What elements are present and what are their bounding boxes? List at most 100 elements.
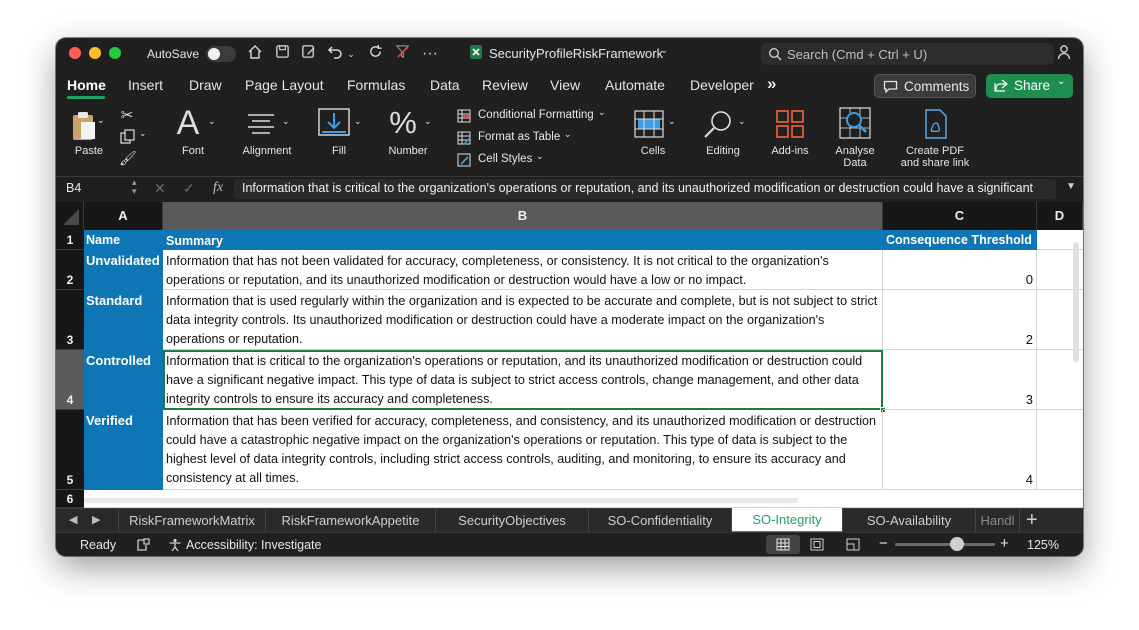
more-options-icon[interactable]: ··· (420, 44, 440, 64)
tab-data[interactable]: Data (430, 77, 460, 93)
confirm-formula-icon[interactable]: ✓ (183, 180, 195, 197)
minimize-window-button[interactable] (89, 47, 101, 59)
threshold-cell[interactable]: 4 (883, 410, 1037, 490)
summary-cell[interactable]: Information that has not been validated … (163, 250, 883, 290)
vertical-scrollbar[interactable] (1073, 242, 1079, 362)
formula-input[interactable]: Information that is critical to the orga… (234, 179, 1056, 199)
name-cell[interactable]: Verified (84, 410, 163, 490)
account-icon[interactable] (1055, 44, 1073, 66)
tab-review[interactable]: Review (482, 77, 528, 93)
name-box[interactable]: B4 (66, 181, 81, 195)
format-painter-icon[interactable]: 🖌 (119, 150, 137, 167)
name-cell[interactable]: Unvalidated (84, 250, 163, 290)
tab-page-layout[interactable]: Page Layout (245, 77, 324, 93)
number-button[interactable]: % ⌄ Number (382, 105, 434, 176)
alignment-button[interactable]: ⌄ Alignment (236, 106, 300, 176)
cells-button[interactable]: ⌄ Cells (630, 106, 678, 176)
name-box-stepper-icon[interactable]: ▴ ▾ (132, 178, 137, 196)
summary-cell[interactable]: Information that has been verified for a… (163, 410, 883, 490)
row-header[interactable]: 2 (56, 250, 84, 290)
cancel-formula-icon[interactable]: ✕ (154, 180, 166, 197)
column-header-d[interactable]: D (1037, 202, 1083, 230)
accessibility-icon[interactable] (168, 538, 182, 552)
zoom-slider-thumb[interactable] (950, 537, 964, 551)
column-header-a[interactable]: A (84, 202, 163, 230)
sheet-tab[interactable]: RiskFrameworkMatrix (118, 509, 266, 532)
conditional-formatting-button[interactable]: Conditional Formatting ⌄ (456, 107, 616, 126)
threshold-cell[interactable]: 3 (883, 350, 1037, 410)
add-sheet-icon[interactable]: + (1026, 509, 1038, 531)
zoom-level[interactable]: 125% (1027, 538, 1059, 552)
threshold-cell[interactable]: 2 (883, 290, 1037, 350)
sheet-tab[interactable]: SO-Availability (843, 509, 976, 532)
redo-icon[interactable] (366, 44, 384, 65)
sheet-tab[interactable]: SecurityObjectives (436, 509, 589, 532)
tab-formulas[interactable]: Formulas (347, 77, 405, 93)
close-window-button[interactable] (69, 47, 81, 59)
zoom-slider[interactable] (895, 543, 995, 546)
function-icon[interactable]: fx (213, 180, 223, 196)
name-cell[interactable]: Standard (84, 290, 163, 350)
fill-button[interactable]: ⌄ Fill (314, 106, 364, 176)
name-cell[interactable]: Controlled (84, 350, 163, 410)
header-cell-name[interactable]: Name (84, 230, 163, 250)
create-pdf-button[interactable]: Create PDF and share link (892, 106, 978, 176)
zoom-window-button[interactable] (109, 47, 121, 59)
zoom-out-icon[interactable]: − (879, 535, 888, 552)
tab-view[interactable]: View (550, 77, 580, 93)
normal-view-button[interactable] (766, 535, 800, 554)
sheet-tab-active[interactable]: SO-Integrity (732, 508, 843, 533)
horizontal-scrollbar[interactable] (84, 498, 798, 503)
column-header-b[interactable]: B (163, 202, 883, 230)
search-box[interactable]: Search (Cmd + Ctrl + U) (761, 43, 1054, 65)
row-header[interactable]: 3 (56, 290, 84, 350)
next-sheet-icon[interactable]: ▶ (92, 513, 100, 526)
tab-draw[interactable]: Draw (189, 77, 222, 93)
row-header[interactable]: 6 (56, 490, 84, 508)
expand-formula-icon[interactable]: ▼ (1066, 181, 1076, 192)
addins-button[interactable]: Add-ins (766, 106, 814, 176)
row-header[interactable]: 1 (56, 230, 84, 250)
undo-icon[interactable] (326, 44, 344, 66)
row-header[interactable]: 5 (56, 410, 84, 490)
page-layout-view-icon[interactable] (810, 538, 824, 551)
edit-file-icon[interactable] (299, 44, 317, 65)
copy-button[interactable]: ⌄ (118, 128, 148, 145)
tab-insert[interactable]: Insert (128, 77, 163, 93)
cell-styles-button[interactable]: Cell Styles ⌄ (456, 151, 616, 170)
sheet-tab[interactable]: SO-Confidentiality (589, 509, 732, 532)
more-tabs-icon[interactable]: » (767, 74, 776, 94)
header-cell-summary[interactable]: Summary (163, 230, 883, 250)
sheet-tab[interactable]: RiskFrameworkAppetite (266, 509, 436, 532)
spreadsheet-grid[interactable]: A B C D 1 Name Summary Consequence Thres… (56, 202, 1083, 508)
autosave-toggle[interactable] (206, 46, 236, 62)
threshold-cell[interactable]: 0 (883, 250, 1037, 290)
comments-button[interactable]: Comments (874, 74, 976, 98)
share-button[interactable]: Share ⌄ (986, 74, 1073, 98)
home-icon[interactable] (246, 44, 264, 66)
tab-developer[interactable]: Developer (690, 77, 754, 93)
title-chevron-down-icon[interactable]: ⌄ (660, 45, 668, 56)
sheet-tab-truncated[interactable]: Handl (976, 509, 1020, 532)
empty-cell[interactable] (1037, 410, 1083, 490)
accessibility-status[interactable]: Accessibility: Investigate (186, 538, 321, 552)
editing-button[interactable]: ⌄ Editing (698, 106, 748, 176)
header-cell-threshold[interactable]: Consequence Threshold (883, 230, 1037, 250)
clear-filter-icon[interactable] (393, 44, 411, 65)
paste-button[interactable]: ⌄ Paste (66, 106, 114, 176)
font-button[interactable]: A ⌄ Font (168, 104, 218, 176)
select-all-corner[interactable] (56, 202, 84, 230)
tab-home[interactable]: Home (67, 77, 106, 93)
summary-cell[interactable]: Information that is used regularly withi… (163, 290, 883, 350)
cut-icon[interactable]: ✂ (120, 106, 134, 124)
column-header-c[interactable]: C (883, 202, 1037, 230)
analyse-data-button[interactable]: Analyse Data (828, 106, 882, 176)
macro-record-icon[interactable] (136, 538, 150, 552)
row-header[interactable]: 4 (56, 350, 84, 410)
save-icon[interactable] (273, 44, 291, 65)
document-title[interactable]: SecurityProfileRiskFramework (489, 46, 663, 61)
summary-cell-selected[interactable]: Information that is critical to the orga… (163, 350, 883, 410)
undo-dropdown-icon[interactable]: ⌄ (345, 44, 357, 64)
tab-automate[interactable]: Automate (605, 77, 665, 93)
page-break-view-icon[interactable] (846, 538, 860, 551)
